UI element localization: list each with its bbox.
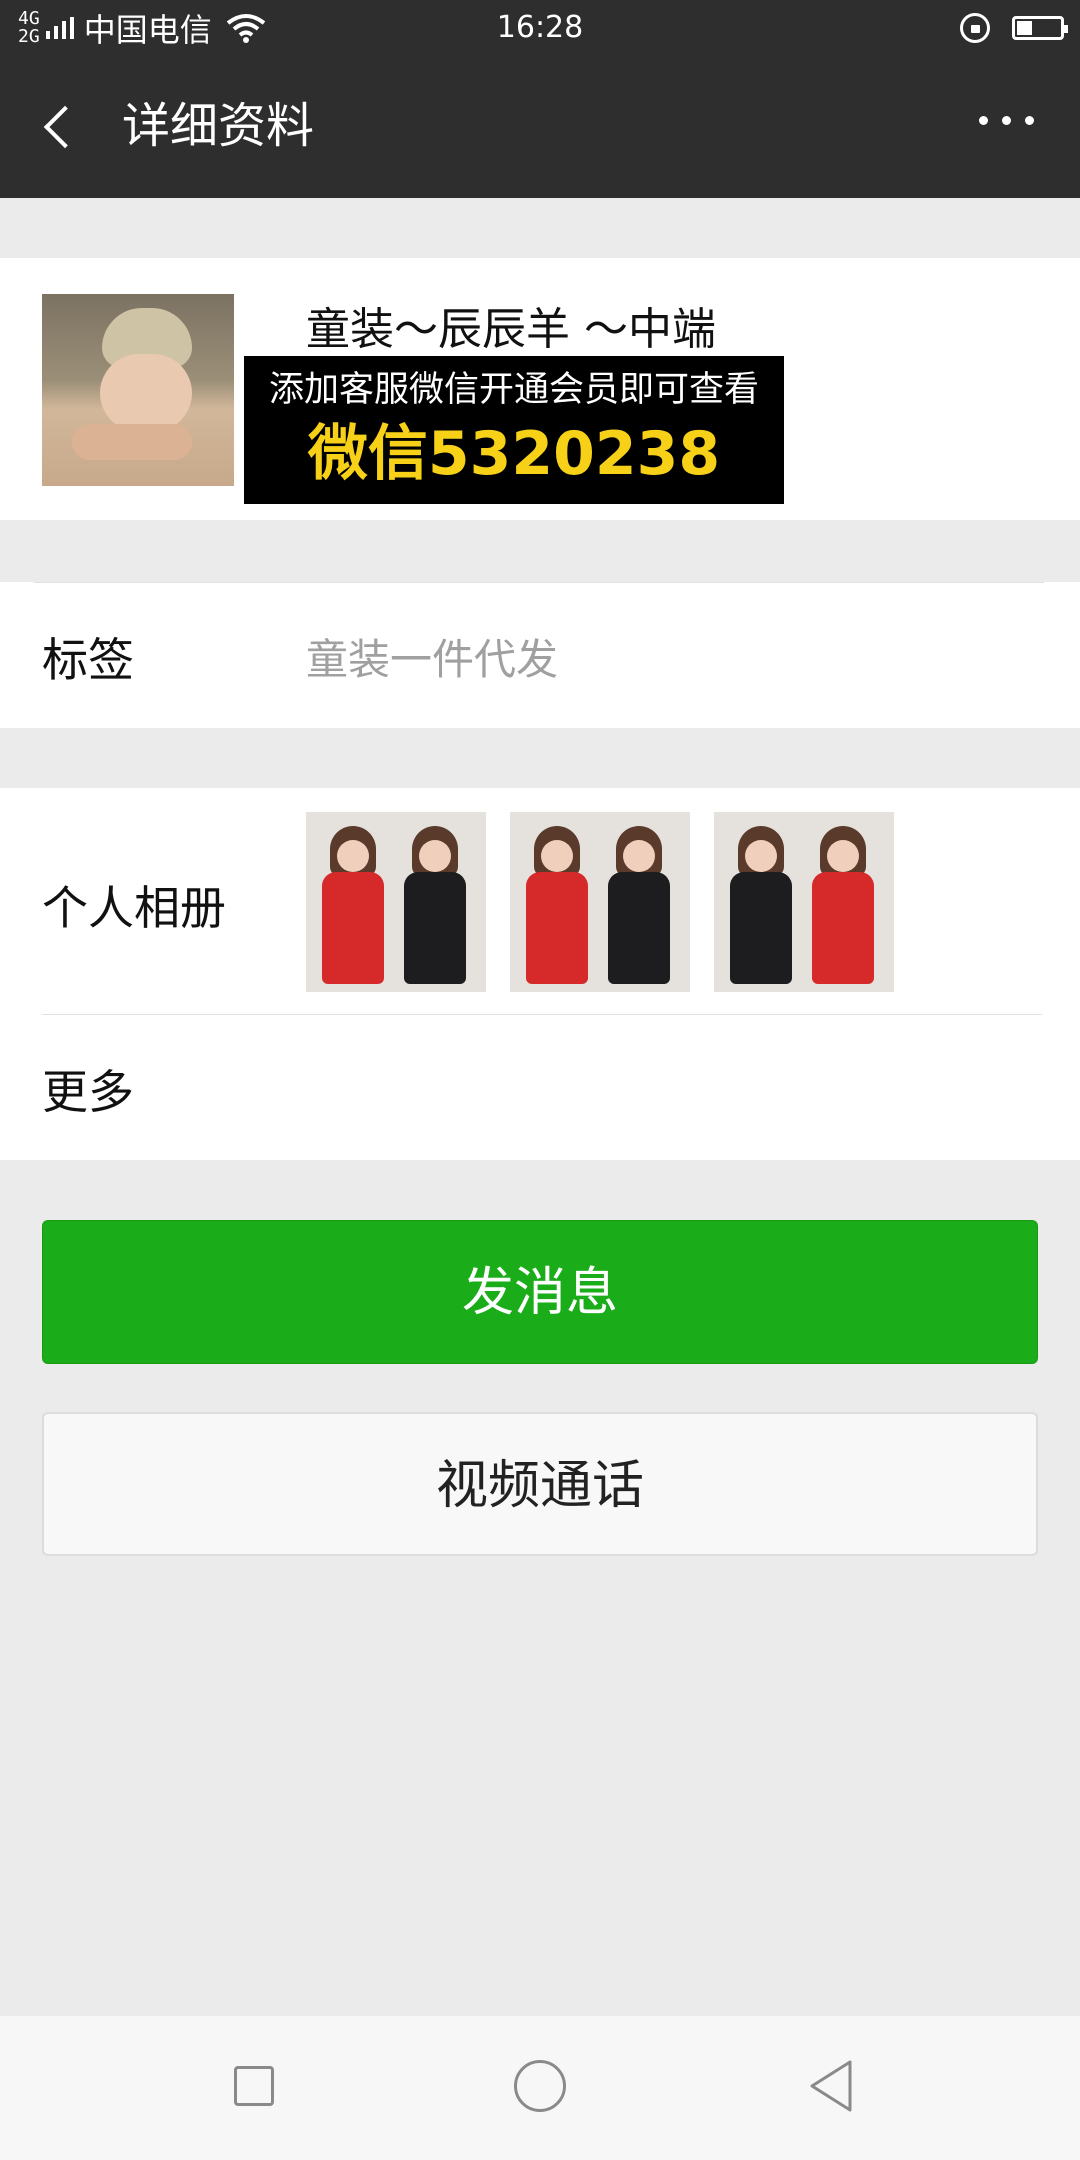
tags-row[interactable]: 标签 童装一件代发 <box>0 582 1080 728</box>
home-icon[interactable] <box>514 2060 566 2112</box>
status-bar: 4G 2G 中国电信 16:28 <box>0 0 1080 56</box>
status-right <box>960 0 1068 56</box>
avatar[interactable] <box>42 294 234 486</box>
recent-apps-icon[interactable] <box>234 2066 274 2106</box>
title-bar: 详细资料 <box>0 56 1080 198</box>
battery-icon <box>1012 16 1068 40</box>
album-photo[interactable] <box>714 812 894 992</box>
contact-name: 童装～辰辰羊 ～中端 <box>306 304 716 355</box>
send-message-button[interactable]: 发消息 <box>42 1220 1038 1364</box>
album-label: 个人相册 <box>42 881 226 935</box>
promo-wechat-id: 微信5320238 <box>307 419 721 489</box>
back-nav-icon[interactable] <box>806 2058 856 2114</box>
album-photo[interactable] <box>306 812 486 992</box>
rotation-lock-icon <box>960 13 990 43</box>
status-time: 16:28 <box>496 10 584 45</box>
video-call-button[interactable]: 视频通话 <box>42 1412 1038 1556</box>
page-title: 详细资料 <box>122 98 315 154</box>
profile-card: 童装～辰辰羊 ～中端 添加客服微信开通会员即可查看 微信5320238 <box>0 258 1080 520</box>
promo-banner: 添加客服微信开通会员即可查看 微信5320238 <box>244 356 784 504</box>
back-icon[interactable] <box>40 100 80 156</box>
album-card: 个人相册 更多 <box>0 788 1080 1160</box>
navigation-bar <box>0 2016 1080 2160</box>
tags-label: 标签 <box>42 633 134 687</box>
album-photo[interactable] <box>510 812 690 992</box>
promo-text: 添加客服微信开通会员即可查看 <box>268 370 759 410</box>
more-options-icon[interactable] <box>979 116 1034 125</box>
more-row[interactable]: 更多 <box>42 1056 134 1122</box>
tags-value: 童装一件代发 <box>306 635 559 684</box>
